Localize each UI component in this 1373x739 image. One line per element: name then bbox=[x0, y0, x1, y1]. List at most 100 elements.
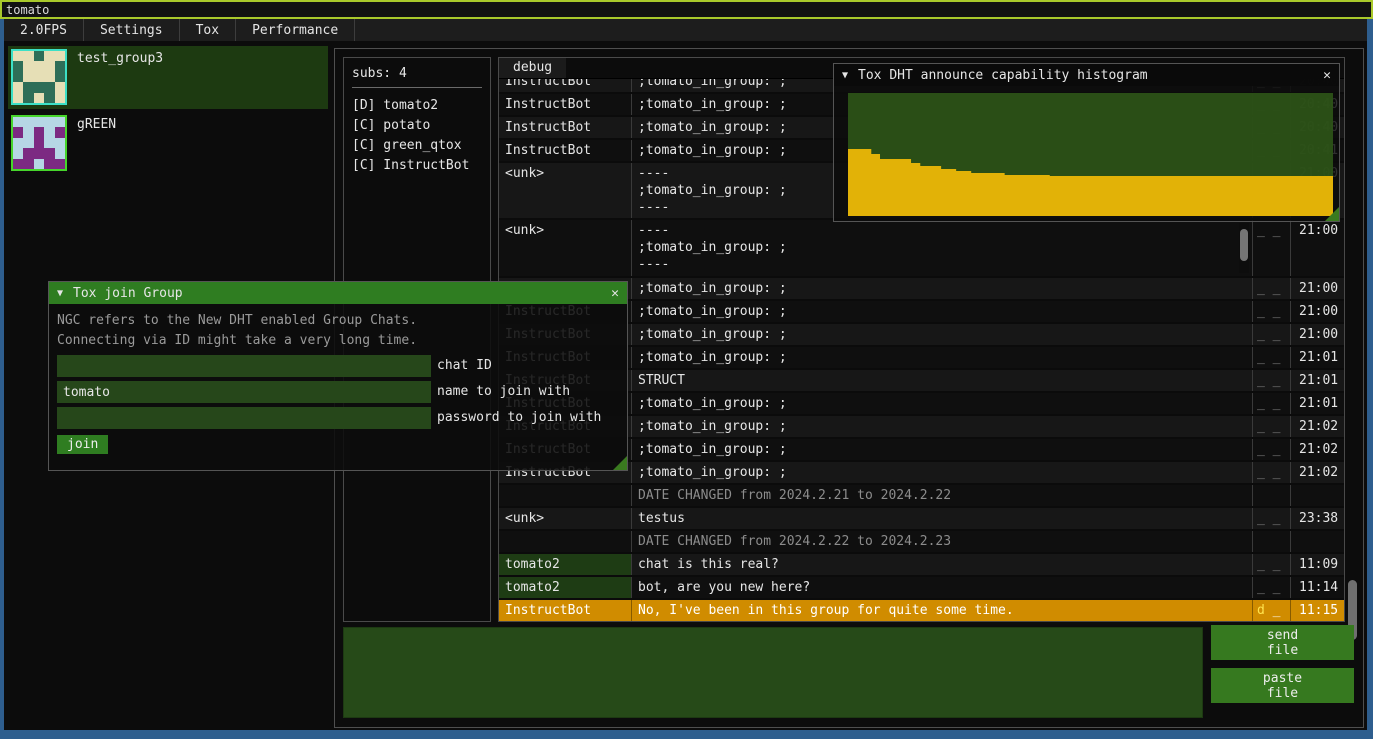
group-item-green[interactable]: gREEN bbox=[8, 112, 328, 175]
message-sender: <unk> bbox=[499, 163, 631, 218]
chat-message-row[interactable]: tomato2 bot, are you new here? _ _ 11:14 bbox=[499, 577, 1344, 600]
paste-file-button[interactable]: paste file bbox=[1211, 668, 1354, 703]
message-timestamp: 21:00 bbox=[1290, 324, 1344, 345]
message-timestamp: 21:02 bbox=[1290, 416, 1344, 437]
collapse-arrow-icon[interactable]: ▼ bbox=[842, 70, 848, 81]
message-timestamp: 21:01 bbox=[1290, 370, 1344, 391]
message-timestamp bbox=[1290, 485, 1344, 506]
menu-tox[interactable]: Tox bbox=[180, 19, 236, 41]
message-status-flags: _ _ bbox=[1252, 324, 1290, 345]
subscribers-list: [D] tomato2[C] potato[C] green_qtox[C] I… bbox=[352, 96, 482, 176]
message-text: ;tomato_in_group: ; bbox=[631, 462, 1252, 483]
subscriber-item[interactable]: [D] tomato2 bbox=[352, 96, 482, 116]
app-window: tomato 2.0FPS Settings Tox Performance t… bbox=[0, 0, 1373, 739]
message-text: testus bbox=[631, 508, 1252, 529]
subscriber-item[interactable]: [C] potato bbox=[352, 116, 482, 136]
main-area: test_group3 gREEN subs: 4 [D] tomato2[C]… bbox=[4, 41, 1367, 730]
message-timestamp: 21:00 bbox=[1290, 301, 1344, 322]
menu-performance[interactable]: Performance bbox=[236, 19, 355, 41]
dht-histogram-titlebar[interactable]: ▼ Tox DHT announce capability histogram … bbox=[834, 64, 1339, 86]
chat-message-row[interactable]: DATE CHANGED from 2024.2.22 to 2024.2.23 bbox=[499, 531, 1344, 554]
message-sender: tomato2 bbox=[499, 554, 631, 575]
subscriber-item[interactable]: [C] green_qtox bbox=[352, 136, 482, 156]
message-status-flags: _ _ bbox=[1252, 278, 1290, 299]
message-text: ----;tomato_in_group: ;---- bbox=[631, 220, 1252, 276]
message-sender: InstructBot bbox=[499, 600, 631, 621]
send-file-button[interactable]: send file bbox=[1211, 625, 1354, 660]
message-text: ;tomato_in_group: ; bbox=[631, 278, 1252, 299]
message-text: DATE CHANGED from 2024.2.21 to 2024.2.22 bbox=[631, 485, 1252, 506]
message-text: ;tomato_in_group: ; bbox=[631, 393, 1252, 414]
group-name: gREEN bbox=[77, 115, 116, 172]
message-input[interactable] bbox=[343, 627, 1203, 718]
message-timestamp: 21:01 bbox=[1290, 393, 1344, 414]
menu-settings[interactable]: Settings bbox=[84, 19, 180, 41]
resize-grip-icon[interactable] bbox=[1325, 207, 1339, 221]
join-description-line2: Connecting via ID might take a very long… bbox=[57, 331, 619, 351]
message-timestamp: 21:00 bbox=[1290, 220, 1344, 276]
group-item-test-group3[interactable]: test_group3 bbox=[8, 46, 328, 109]
message-timestamp bbox=[1290, 531, 1344, 552]
message-timestamp: 11:14 bbox=[1290, 577, 1344, 598]
message-status-flags: _ _ bbox=[1252, 577, 1290, 598]
message-timestamp: 11:09 bbox=[1290, 554, 1344, 575]
resize-grip-icon[interactable] bbox=[613, 456, 627, 470]
message-text: No, I've been in this group for quite so… bbox=[631, 600, 1252, 621]
message-text: bot, are you new here? bbox=[631, 577, 1252, 598]
message-scrollbar[interactable] bbox=[1239, 223, 1249, 273]
join-group-window: ▼ Tox join Group ✕ NGC refers to the New… bbox=[48, 281, 628, 471]
message-status-flags: d _ bbox=[1252, 600, 1290, 621]
message-timestamp: 21:00 bbox=[1290, 278, 1344, 299]
message-status-flags: _ _ bbox=[1252, 370, 1290, 391]
chat-id-label: chat ID bbox=[437, 355, 492, 377]
join-description-line1: NGC refers to the New DHT enabled Group … bbox=[57, 311, 619, 331]
join-password-input[interactable] bbox=[57, 407, 431, 429]
message-status-flags: _ _ bbox=[1252, 554, 1290, 575]
collapse-arrow-icon[interactable]: ▼ bbox=[57, 288, 63, 299]
group-avatar bbox=[11, 49, 67, 105]
message-status-flags: _ _ bbox=[1252, 220, 1290, 276]
message-text: DATE CHANGED from 2024.2.22 to 2024.2.23 bbox=[631, 531, 1252, 552]
message-text: ;tomato_in_group: ; bbox=[631, 347, 1252, 368]
window-title: tomato bbox=[6, 3, 49, 17]
message-status-flags: _ _ bbox=[1252, 301, 1290, 322]
message-sender: <unk> bbox=[499, 508, 631, 529]
window-titlebar[interactable]: tomato bbox=[0, 0, 1373, 19]
subscriber-item[interactable]: [C] InstructBot bbox=[352, 156, 482, 176]
chat-message-row[interactable]: <unk> ----;tomato_in_group: ;---- _ _ 21… bbox=[499, 220, 1344, 278]
close-icon[interactable]: ✕ bbox=[611, 286, 619, 301]
join-group-body: NGC refers to the New DHT enabled Group … bbox=[49, 304, 627, 461]
close-icon[interactable]: ✕ bbox=[1323, 68, 1331, 83]
subscribers-count: subs: 4 bbox=[352, 66, 482, 81]
dht-histogram-title: Tox DHT announce capability histogram bbox=[858, 68, 1313, 83]
message-sender: tomato2 bbox=[499, 577, 631, 598]
message-sender bbox=[499, 531, 631, 552]
chat-id-input[interactable] bbox=[57, 355, 431, 377]
join-group-title: Tox join Group bbox=[73, 286, 601, 301]
group-name: test_group3 bbox=[77, 49, 163, 106]
message-sender: InstructBot bbox=[499, 117, 631, 138]
message-status-flags: _ _ bbox=[1252, 439, 1290, 460]
chat-message-row[interactable]: <unk> testus _ _ 23:38 bbox=[499, 508, 1344, 531]
chat-message-row[interactable]: InstructBot No, I've been in this group … bbox=[499, 600, 1344, 621]
histogram-area bbox=[848, 93, 1333, 216]
join-group-titlebar[interactable]: ▼ Tox join Group ✕ bbox=[49, 282, 627, 304]
message-sender: <unk> bbox=[499, 220, 631, 276]
join-name-input[interactable] bbox=[57, 381, 431, 403]
message-sender: InstructBot bbox=[499, 94, 631, 115]
dht-histogram-plot bbox=[848, 93, 1333, 216]
message-text: ;tomato_in_group: ; bbox=[631, 439, 1252, 460]
join-name-label: name to join with bbox=[437, 381, 570, 403]
message-timestamp: 21:02 bbox=[1290, 439, 1344, 460]
join-button[interactable]: join bbox=[57, 435, 108, 454]
message-timestamp: 23:38 bbox=[1290, 508, 1344, 529]
message-status-flags: _ _ bbox=[1252, 508, 1290, 529]
fps-indicator: 2.0FPS bbox=[4, 19, 84, 41]
message-status-flags bbox=[1252, 485, 1290, 506]
tab-debug[interactable]: debug bbox=[499, 58, 566, 78]
message-text: ;tomato_in_group: ; bbox=[631, 301, 1252, 322]
message-timestamp: 11:15 bbox=[1290, 600, 1344, 621]
chat-message-row[interactable]: DATE CHANGED from 2024.2.21 to 2024.2.22 bbox=[499, 485, 1344, 508]
chat-message-row[interactable]: tomato2 chat is this real? _ _ 11:09 bbox=[499, 554, 1344, 577]
dht-histogram-window: ▼ Tox DHT announce capability histogram … bbox=[833, 63, 1340, 222]
